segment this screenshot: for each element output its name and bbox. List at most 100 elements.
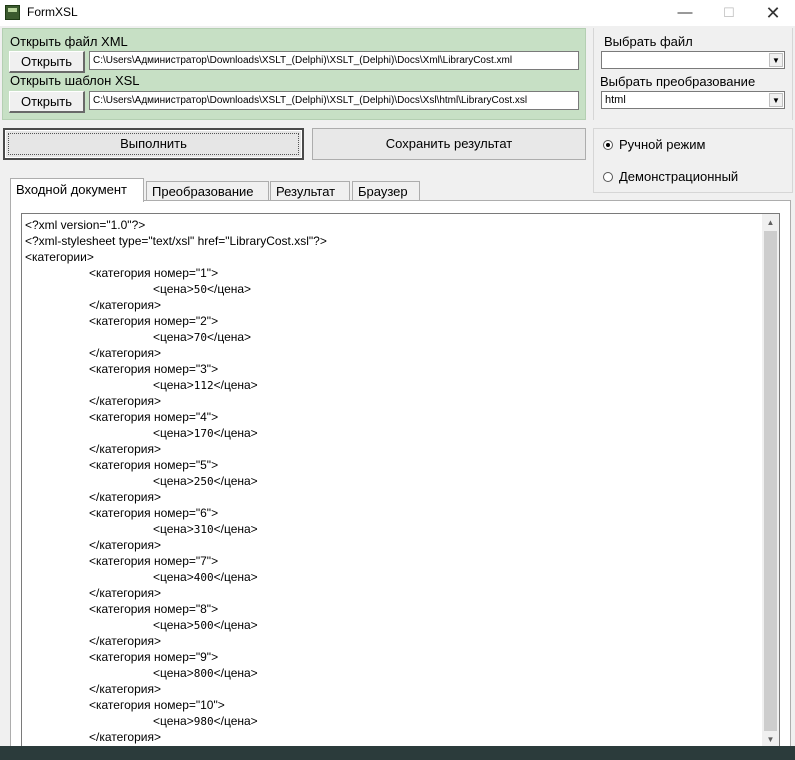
document-line: <категории> bbox=[25, 249, 94, 265]
save-result-button[interactable]: Сохранить результат bbox=[312, 128, 586, 160]
file-select-label: Выбрать файл bbox=[604, 34, 693, 49]
line-text: </категория> bbox=[89, 298, 161, 312]
tab-result[interactable]: Результат bbox=[270, 181, 350, 201]
line-num: 310 bbox=[193, 523, 214, 536]
line-pre: <цена> bbox=[153, 378, 194, 392]
line-post: </цена> bbox=[213, 570, 258, 584]
document-line: <цена>400</цена> bbox=[153, 569, 258, 585]
line-pre: <цена> bbox=[153, 666, 194, 680]
document-line: <цена>800</цена> bbox=[153, 665, 258, 681]
line-post: </цена> bbox=[213, 618, 258, 632]
line-text: </категория> bbox=[89, 346, 161, 360]
scroll-up-icon[interactable]: ▲ bbox=[762, 214, 779, 231]
line-text: </категория> bbox=[89, 586, 161, 600]
line-text: <категория номер="5"> bbox=[89, 458, 219, 472]
document-line: <категория номер="8"> bbox=[89, 601, 218, 617]
xsl-path-input[interactable]: C:\Users\Администратор\Downloads\XSLT_(D… bbox=[89, 91, 579, 110]
title-bar: FormXSL — ☐ ✕ bbox=[0, 0, 795, 26]
line-num: 800 bbox=[193, 667, 214, 680]
document-line: </категория> bbox=[89, 729, 161, 745]
line-text: <категория номер="10"> bbox=[89, 698, 225, 712]
document-line: <цена>980</цена> bbox=[153, 713, 258, 729]
line-post: </цена> bbox=[213, 474, 258, 488]
line-num: 70 bbox=[193, 331, 207, 344]
line-post: </цена> bbox=[206, 282, 252, 296]
close-button[interactable]: ✕ bbox=[751, 0, 795, 26]
scroll-thumb[interactable] bbox=[764, 231, 777, 731]
open-xsl-button[interactable]: Открыть bbox=[9, 91, 85, 113]
line-text: <категория номер="3"> bbox=[89, 362, 219, 376]
document-line: <цена>500</цена> bbox=[153, 617, 258, 633]
document-line: <категория номер="10"> bbox=[89, 697, 225, 713]
radio-manual-label[interactable]: Ручной режим bbox=[619, 137, 705, 152]
maximize-button[interactable]: ☐ bbox=[707, 0, 751, 26]
document-line: <цена>250</цена> bbox=[153, 473, 258, 489]
line-text: <категория номер="6"> bbox=[89, 506, 219, 520]
radio-demo-label[interactable]: Демонстрационный bbox=[619, 169, 738, 184]
line-text: </категория> bbox=[89, 490, 161, 504]
document-line: <категория номер="9"> bbox=[89, 649, 218, 665]
chevron-down-icon[interactable]: ▼ bbox=[769, 53, 783, 67]
line-text: <категория номер="8"> bbox=[89, 602, 219, 616]
xml-label: Открыть файл XML bbox=[10, 34, 128, 49]
window-title: FormXSL bbox=[27, 5, 78, 19]
radio-demo[interactable] bbox=[603, 172, 613, 182]
line-text: <категория номер="1"> bbox=[89, 266, 219, 280]
line-post: </цена> bbox=[213, 714, 258, 728]
line-text: </категория> bbox=[89, 538, 161, 552]
line-pre: <цена> bbox=[153, 522, 194, 536]
tab-page: ▲ ▼ <?xml version="1.0"?> <?xml-styleshee… bbox=[10, 200, 791, 750]
line-post: </цена> bbox=[213, 522, 258, 536]
document-line: <цена>310</цена> bbox=[153, 521, 258, 537]
line-text: <категория номер="7"> bbox=[89, 554, 219, 568]
line-text: </категория> bbox=[89, 634, 161, 648]
app-icon bbox=[5, 5, 20, 20]
document-memo[interactable]: ▲ ▼ <?xml version="1.0"?> <?xml-styleshee… bbox=[21, 213, 780, 749]
line-text: </категория> bbox=[89, 682, 161, 696]
document-line: </категория> bbox=[89, 297, 161, 313]
minimize-button[interactable]: — bbox=[663, 0, 707, 26]
line-num: 112 bbox=[193, 379, 214, 392]
line-pre: <цена> bbox=[153, 570, 194, 584]
transform-select[interactable]: html ▼ bbox=[601, 91, 785, 109]
tab-transformation[interactable]: Преобразование bbox=[146, 181, 269, 201]
document-line: <категория номер="3"> bbox=[89, 361, 218, 377]
line-text: <категория номер="9"> bbox=[89, 650, 219, 664]
line-text: <?xml-stylesheet type="text/xsl" href="L… bbox=[25, 234, 327, 248]
file-select[interactable]: ▼ bbox=[601, 51, 785, 69]
line-num: 500 bbox=[193, 619, 214, 632]
document-line: </категория> bbox=[89, 633, 161, 649]
document-line: <категория номер="5"> bbox=[89, 457, 218, 473]
xml-path-input[interactable]: C:\Users\Администратор\Downloads\XSLT_(D… bbox=[89, 51, 579, 70]
line-pre: <цена> bbox=[153, 330, 194, 344]
document-line: </категория> bbox=[89, 441, 161, 457]
transform-select-value: html bbox=[605, 94, 626, 106]
line-num: 170 bbox=[193, 427, 214, 440]
open-xml-button[interactable]: Открыть bbox=[9, 51, 85, 73]
file-panel: Открыть файл XML Открыть C:\Users\Админи… bbox=[2, 28, 586, 120]
line-post: </цена> bbox=[206, 330, 252, 344]
document-line: </категория> bbox=[89, 345, 161, 361]
xsl-label: Открыть шаблон XSL bbox=[10, 73, 140, 88]
line-text: <?xml version="1.0"?> bbox=[25, 218, 146, 232]
chevron-down-icon[interactable]: ▼ bbox=[769, 93, 783, 107]
document-line: </категория> bbox=[89, 393, 161, 409]
tab-input-document[interactable]: Входной документ bbox=[10, 178, 144, 202]
line-text: <категория номер="4"> bbox=[89, 410, 219, 424]
document-line: <категория номер="1"> bbox=[89, 265, 218, 281]
line-text: </категория> bbox=[89, 442, 161, 456]
mode-panel: Ручной режим Демонстрационный bbox=[593, 128, 793, 193]
line-num: 980 bbox=[193, 715, 214, 728]
radio-manual[interactable] bbox=[603, 140, 613, 150]
document-line: <?xml version="1.0"?> bbox=[25, 217, 145, 233]
document-line: <цена>50</цена> bbox=[153, 281, 251, 297]
taskbar bbox=[0, 746, 795, 760]
document-line: <категория номер="2"> bbox=[89, 313, 218, 329]
line-post: </цена> bbox=[213, 666, 258, 680]
tab-browser[interactable]: Браузер bbox=[352, 181, 420, 201]
vertical-scrollbar[interactable]: ▲ ▼ bbox=[762, 214, 779, 748]
document-line: <категория номер="4"> bbox=[89, 409, 218, 425]
document-line: <категория номер="6"> bbox=[89, 505, 218, 521]
document-line: </категория> bbox=[89, 489, 161, 505]
run-button[interactable]: Выполнить bbox=[3, 128, 304, 160]
